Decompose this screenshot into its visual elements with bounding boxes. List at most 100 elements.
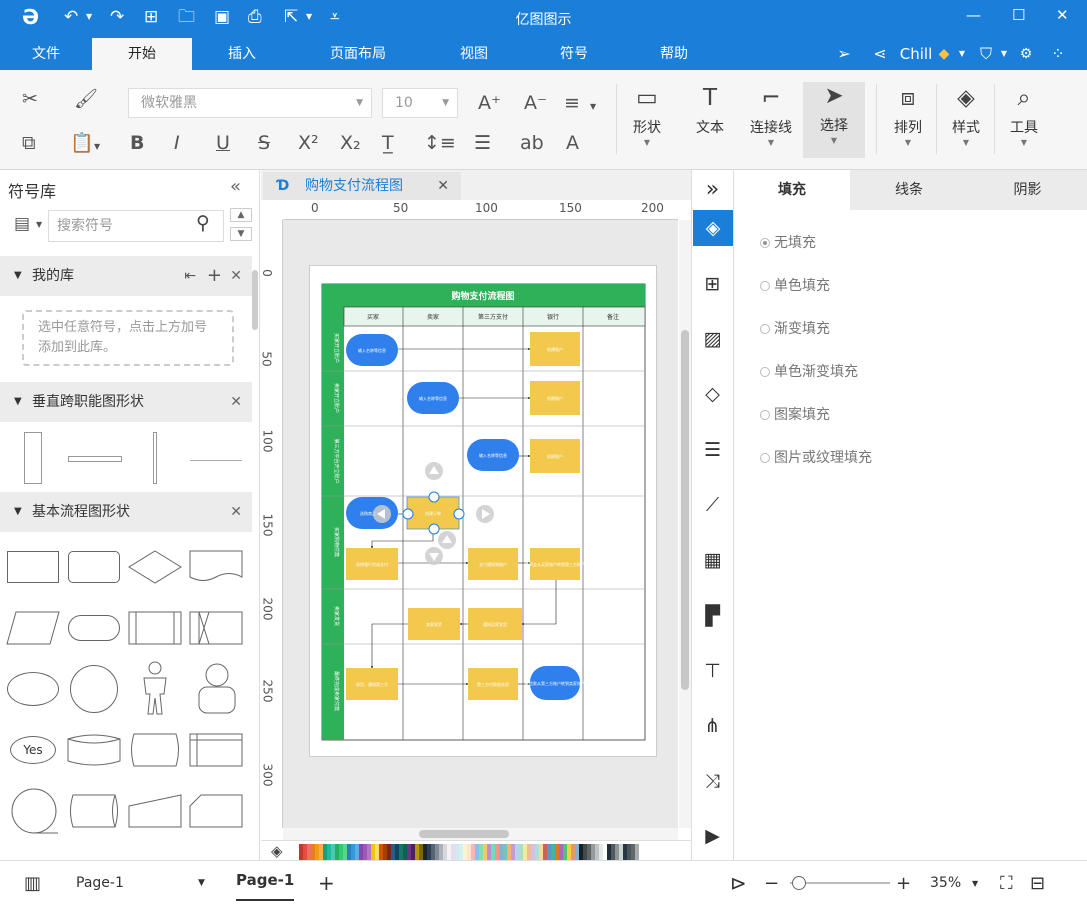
fill-option-solid[interactable]: 单色填充 [760, 275, 830, 295]
close-section-icon[interactable]: ✕ [230, 256, 242, 296]
presentation-icon[interactable]: ⊤ [692, 653, 733, 689]
zoom-level[interactable]: 35% [930, 861, 961, 906]
vertical-scrollbar[interactable] [679, 220, 691, 828]
user-dropdown-icon[interactable]: ▼ [956, 38, 968, 70]
table-icon[interactable]: ▦ [692, 542, 733, 578]
slideshow-icon[interactable]: ▶ [692, 818, 733, 854]
strikethrough-icon[interactable]: S [258, 132, 270, 154]
menu-symbols[interactable]: 符号 [524, 38, 624, 70]
zoom-out-icon[interactable]: − [764, 861, 779, 906]
page-tab[interactable]: Page-1 [236, 861, 295, 901]
scroll-down-icon[interactable]: ▼ [230, 227, 252, 241]
font-family-select[interactable]: 微软雅黑 ▼ [128, 88, 372, 118]
horizontal-scroll-thumb[interactable] [419, 830, 509, 838]
close-section-icon[interactable]: ✕ [230, 382, 242, 422]
scroll-up-icon[interactable]: ▲ [230, 208, 252, 222]
fill-option-none[interactable]: 无填充 [760, 232, 816, 252]
fill-option-single-gradient[interactable]: 单色渐变填充 [760, 361, 858, 381]
basic-flowchart-section[interactable]: ▼ 基本流程图形状 ✕ [0, 492, 252, 532]
library-dropdown-icon[interactable]: ▼ [36, 220, 42, 229]
increase-font-icon[interactable]: A⁺ [478, 92, 501, 114]
minimize-icon[interactable]: — [966, 6, 981, 24]
fit-width-icon[interactable]: ⊟ [1030, 861, 1045, 906]
selection-handle[interactable] [428, 523, 440, 535]
close-window-icon[interactable]: ✕ [1056, 6, 1069, 24]
vertical-cross-functional-section[interactable]: ▼ 垂直跨职能图形状 ✕ [0, 382, 252, 422]
circle-shape[interactable] [70, 665, 118, 713]
decision-shape[interactable] [128, 550, 182, 584]
font-size-select[interactable]: 10 ▼ [382, 88, 458, 118]
copy-icon[interactable]: ⧉ [22, 132, 36, 154]
drawing-canvas[interactable]: 购物支付流程图 买家 卖家 第三方支付 银行 备注 买家开立账户 卖家开立账户 … [283, 220, 678, 828]
cut-icon[interactable]: ✂ [22, 88, 38, 110]
document-tab[interactable]: Ɗ 购物支付流程图 ✕ [263, 172, 461, 200]
flowchart-diagram[interactable]: 购物支付流程图 买家 卖家 第三方支付 银行 备注 买家开立账户 卖家开立账户 … [310, 266, 658, 758]
actor-shape[interactable] [138, 660, 172, 716]
yes-shape[interactable]: Yes [10, 736, 56, 764]
line-spacing-icon[interactable]: ↕≡ [424, 132, 456, 154]
page-selector[interactable]: Page-1 [76, 861, 124, 906]
tab-line[interactable]: 线条 [850, 170, 968, 210]
close-tab-icon[interactable]: ✕ [437, 172, 449, 200]
vertical-separator-shape[interactable] [153, 432, 157, 484]
format-painter-icon[interactable]: 🖌 [74, 88, 98, 110]
share-icon[interactable]: ⋖ [868, 38, 892, 70]
close-section-icon[interactable]: ✕ [230, 492, 242, 532]
settings-icon[interactable]: ⚙ [1016, 38, 1036, 70]
page-dropdown-icon[interactable]: ▼ [198, 861, 205, 906]
selection-handle[interactable] [402, 508, 414, 520]
selection-handle[interactable] [453, 508, 465, 520]
user-shape[interactable] [196, 662, 238, 714]
theme-icon[interactable]: ⊞ [692, 266, 733, 302]
add-icon[interactable]: + [207, 256, 222, 296]
paste-icon[interactable]: 📋 [70, 132, 94, 154]
selection-handle[interactable] [428, 491, 440, 503]
font-color-icon[interactable]: A [566, 132, 579, 154]
apps-grid-icon[interactable]: ⁘ [1046, 38, 1070, 70]
underline-icon[interactable]: U [216, 132, 230, 154]
send-icon[interactable]: ➢ [832, 38, 856, 70]
vertical-pool-shape[interactable] [24, 432, 42, 484]
style-tool[interactable]: ◈ 样式 ▼ [939, 84, 993, 148]
tools-tool[interactable]: ⌕ 工具 ▼ [997, 84, 1051, 148]
add-page-icon[interactable]: + [318, 861, 335, 906]
paste-dropdown-icon[interactable]: ▼ [94, 136, 100, 158]
menu-help[interactable]: 帮助 [624, 38, 724, 70]
shape-tool[interactable]: ▭ 形状 ▼ [620, 84, 674, 148]
library-manager-icon[interactable]: ▤ [14, 214, 30, 234]
menu-page-layout[interactable]: 页面布局 [306, 38, 410, 70]
menu-home[interactable]: 开始 [92, 38, 192, 70]
connector-tool[interactable]: ⌐ 连接线 ▼ [744, 84, 798, 148]
data-chart-icon[interactable]: ⟋ [692, 487, 733, 523]
select-tool[interactable]: ➤ 选择 ▼ [803, 82, 865, 158]
connector-circle-shape[interactable] [10, 787, 58, 835]
document-shape[interactable] [189, 550, 243, 584]
play-icon[interactable]: ⊳ [730, 861, 747, 906]
diagram-page[interactable]: 购物支付流程图 买家 卖家 第三方支付 银行 备注 买家开立账户 卖家开立账户 … [309, 265, 657, 757]
expand-panel-icon[interactable]: » [692, 172, 733, 208]
ellipse-shape[interactable] [7, 672, 59, 706]
my-library-section[interactable]: ▼ 我的库 ⇤ + ✕ [0, 256, 252, 296]
stored-data-shape[interactable] [189, 611, 243, 645]
manual-input-shape[interactable] [128, 794, 182, 828]
text-highlight-icon[interactable]: ab [520, 132, 544, 154]
line-shape[interactable] [190, 460, 242, 461]
fill-option-gradient[interactable]: 渐变填充 [760, 318, 830, 338]
database-shape[interactable] [67, 733, 121, 767]
horizontal-scrollbar[interactable] [283, 828, 678, 840]
italic-icon[interactable]: I [174, 132, 180, 154]
import-icon[interactable]: ⇤ [184, 256, 196, 296]
card-shape[interactable] [189, 794, 243, 828]
fill-bucket-icon[interactable]: ◈ [271, 842, 283, 860]
superscript-icon[interactable]: X² [298, 132, 319, 154]
floor-plan-icon[interactable]: ▛ [692, 598, 733, 634]
menu-insert[interactable]: 插入 [192, 38, 292, 70]
org-chart-icon[interactable]: ⋔ [692, 708, 733, 744]
text-tool[interactable]: T 文本 [683, 84, 737, 138]
page-panel-icon[interactable]: ▥ [24, 861, 41, 906]
zoom-dropdown-icon[interactable]: ▼ [972, 861, 978, 906]
rounded-process-shape[interactable] [68, 551, 120, 583]
subscript-icon[interactable]: X₂ [340, 132, 361, 154]
tab-shadow[interactable]: 阴影 [968, 170, 1087, 210]
data-shape[interactable] [6, 611, 60, 645]
